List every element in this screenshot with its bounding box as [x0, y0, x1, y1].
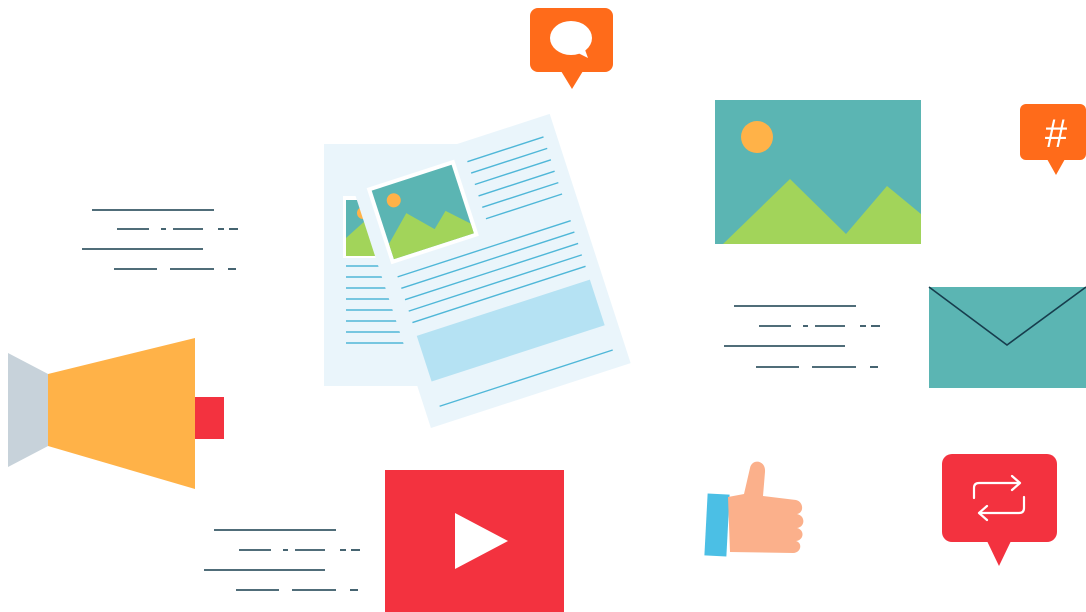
thumbs-up-icon	[704, 461, 804, 557]
megaphone-icon	[8, 338, 224, 489]
envelope-icon	[928, 286, 1086, 388]
hashtag-glyph: #	[1045, 112, 1068, 156]
social-media-illustration: #	[8, 8, 1086, 612]
speech-bubble-icon	[530, 8, 613, 89]
landscape-image-icon	[715, 100, 921, 244]
repost-bubble-icon	[942, 454, 1057, 566]
documents-icon	[324, 113, 631, 428]
hashtag-bubble-icon: #	[1020, 104, 1086, 175]
text-lines-left	[82, 209, 238, 270]
text-lines-bottom	[204, 529, 360, 591]
play-button-icon	[385, 470, 564, 612]
text-lines-middle-right	[724, 305, 880, 368]
